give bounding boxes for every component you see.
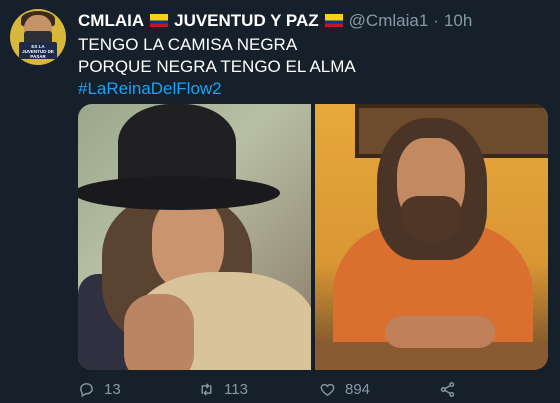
share-button[interactable] (439, 378, 465, 400)
photo-beard (401, 196, 461, 242)
retweet-button[interactable]: 113 (198, 378, 248, 400)
tweet-header: CMLAIA JUVENTUD Y PAZ @Cmlaia1 · 10h (78, 10, 472, 32)
like-count: 894 (345, 380, 371, 398)
reply-count: 13 (104, 380, 121, 398)
retweet-count: 113 (224, 380, 248, 398)
photo-arm (124, 294, 194, 370)
colombia-flag-icon (324, 13, 343, 27)
tweet-timestamp[interactable]: 10h (444, 11, 472, 31)
separator-dot: · (433, 11, 439, 30)
retweet-icon (201, 382, 212, 396)
heart-icon (320, 383, 335, 396)
avatar[interactable]: ES LA JUVENTUD DE PASAR (10, 9, 66, 65)
tweet-media[interactable] (78, 104, 548, 370)
reply-button[interactable]: 13 (78, 378, 121, 400)
photo-hat-brim (78, 176, 280, 210)
media-photo-right[interactable] (315, 104, 548, 370)
tweet[interactable]: ES LA JUVENTUD DE PASAR CMLAIA JUVENTUD … (0, 0, 560, 403)
colombia-flag-icon (150, 13, 169, 27)
tweet-actions: 13 113 894 (78, 378, 548, 400)
hashtag-link[interactable]: #LaReinaDelFlow2 (78, 78, 548, 100)
avatar-sign-text: ES LA JUVENTUD DE PASAR (22, 44, 54, 59)
tweet-text-line: TENGO LA CAMISA NEGRA (78, 35, 298, 54)
author-handle[interactable]: @Cmlaia1 (349, 11, 429, 31)
share-icon (440, 381, 455, 397)
media-photo-left[interactable] (78, 104, 311, 370)
tweet-text-line: PORQUE NEGRA TENGO EL ALMA (78, 57, 356, 76)
photo-hands (385, 316, 495, 348)
like-button[interactable]: 894 (319, 378, 370, 400)
author-name[interactable]: CMLAIA (78, 11, 144, 31)
author-name-suffix[interactable]: JUVENTUD Y PAZ (174, 11, 319, 31)
reply-icon (80, 382, 93, 397)
tweet-text: TENGO LA CAMISA NEGRA PORQUE NEGRA TENGO… (78, 34, 548, 100)
